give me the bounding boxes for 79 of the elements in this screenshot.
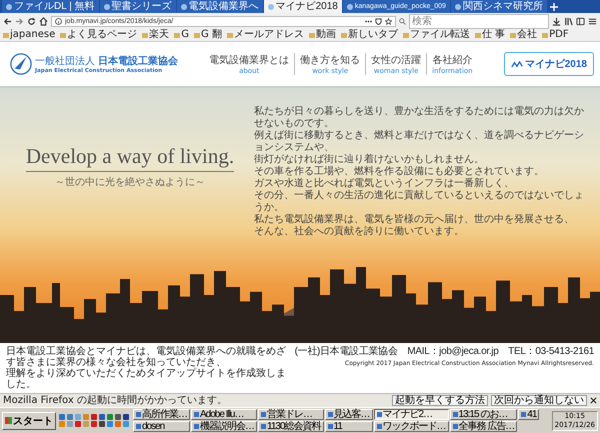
logo-name: 日本電設工業協会	[98, 54, 178, 68]
notification-button[interactable]: 次回から通知しない	[491, 395, 587, 406]
browser-tab[interactable]: マイナビ2018	[264, 0, 342, 13]
hero-headline: Develop a way of living.	[26, 144, 234, 172]
bookmark-item[interactable]: ファイル転送	[402, 30, 470, 40]
browser-tab[interactable]: 聖書シリーズ	[100, 0, 176, 13]
taskbar-window-button[interactable]: 高所作業…	[133, 409, 190, 420]
taskbar-window-button[interactable]: 13:15 のお…	[450, 409, 518, 420]
home-icon[interactable]	[39, 16, 48, 26]
info-icon	[55, 18, 62, 24]
taskbar-window-button[interactable]: 営業ドレ…	[258, 409, 324, 420]
search-field[interactable]: 検索	[409, 14, 549, 28]
folder-icon	[194, 32, 200, 38]
notification-button[interactable]: 起動を早くする方法	[392, 395, 488, 406]
body-text-line: 私たち電気設備業界は、電気を皆様の元へ届け、世の中を発展させる、	[254, 214, 575, 226]
body-text-line: 例えば街に移動するとき、燃料と車だけではなく、道を調べるナビゲーションシステムや、	[254, 130, 585, 154]
taskbar-window-button[interactable]: マイナビ2…	[374, 409, 449, 420]
taskbar-window-button[interactable]: 41	[518, 409, 540, 420]
taskbar-window-button[interactable]: 1130総会資料	[258, 421, 324, 432]
hero-subheadline: ～世の中に光を絶やさぬように～	[55, 176, 205, 189]
shield-icon[interactable]	[375, 18, 382, 24]
bookmark-item[interactable]: 仕 事	[474, 30, 506, 40]
folder-icon	[142, 32, 148, 38]
taskbar-window-button[interactable]: ワックボード…	[374, 421, 449, 432]
bookmark-item[interactable]: 動画	[308, 30, 336, 40]
new-tab-button[interactable]	[548, 0, 560, 13]
browser-tab[interactable]: 電気設備業界へ	[176, 0, 263, 13]
contact-info: (一社)日本電設工業協会 MAIL：job@jeca.or.jp TEL：03-5413-2161	[294, 346, 594, 357]
browser-tab[interactable]: 関西シネマ研究所	[450, 0, 547, 13]
logo-icon[interactable]	[10, 53, 32, 75]
body-text-line: その車を作る工場や、燃料を作る設備にも必要とされています。	[254, 166, 545, 178]
bookmark-item[interactable]: 楽天	[142, 30, 170, 40]
folder-icon	[542, 32, 548, 38]
library-icon[interactable]	[564, 16, 573, 26]
folder-icon	[402, 32, 409, 38]
bookmark-item[interactable]: 会社	[510, 30, 538, 40]
taskbar-window-button[interactable]: 見込客…	[324, 409, 373, 420]
taskbar-window-button[interactable]: Adobe Illu…	[191, 409, 257, 420]
notification-message: Mozilla Firefox の起動に時間がかかっています。	[3, 396, 228, 406]
download-icon[interactable]	[552, 16, 561, 26]
wave-logo-icon	[510, 60, 523, 68]
body-text-line: そんな、社会への貢献を誇りに働いています。	[254, 226, 465, 238]
folder-icon	[226, 32, 233, 38]
search-icon	[399, 18, 406, 24]
reload-icon[interactable]	[27, 16, 36, 26]
body-text-line: その分、一番人々の生活の進化に貢献しているといえるのではないでしょうか。	[254, 190, 585, 214]
folder-icon	[510, 32, 516, 38]
folder-icon	[308, 32, 315, 38]
start-button[interactable]: スタート	[2, 412, 56, 430]
browser-tab[interactable]: ファイルDL | 無料	[2, 0, 99, 13]
body-text-line: 私たちが日々の暮らしを送り、豊かな生活をするためには電気の力は欠かせないものです。	[254, 106, 585, 130]
menu-icon[interactable]	[588, 16, 597, 26]
mynavi-button[interactable]: マイナビ2018	[504, 52, 594, 76]
folder-icon	[3, 32, 9, 38]
bookmark-item[interactable]: G	[174, 30, 189, 40]
bookmark-item[interactable]: メールアドレス	[226, 30, 304, 40]
logo-prefix: 一般社団法人	[35, 54, 95, 68]
footer-notice: 日本電設工業協会とマイナビは、電気設備業界への就職をめざす皆さまに業界の様々な会社を知っていただき、	[6, 346, 287, 368]
taskbar-window-button[interactable]: 11	[324, 421, 373, 432]
taskbar-window-button[interactable]: dosen	[133, 421, 190, 432]
body-text-line: 街灯がなければ街に辿り着けないかもしれません。	[254, 154, 485, 166]
close-icon[interactable]	[590, 397, 597, 404]
bookmark-item[interactable]: PDF	[542, 30, 569, 40]
folder-icon	[474, 32, 481, 38]
sidebar-icon[interactable]	[576, 16, 585, 26]
back-arrow-icon[interactable]	[3, 16, 12, 26]
bookmark-item[interactable]: よく見るページ	[60, 30, 138, 40]
bookmark-item[interactable]: japanese	[3, 30, 56, 40]
more-dots-icon[interactable]	[365, 18, 372, 24]
taskbar-window-button[interactable]: 機器説明会…	[191, 421, 257, 432]
bookmark-item[interactable]: G 翻	[194, 30, 222, 40]
folder-icon	[60, 32, 66, 38]
footer-notice: 理解をより深めていただくためタイアップサイトを作成致しました。	[6, 368, 287, 390]
folder-icon	[174, 32, 180, 38]
folder-icon	[340, 32, 347, 38]
star-icon[interactable]	[385, 18, 392, 24]
taskbar-window-button[interactable]: 全事務 広告…	[450, 421, 518, 432]
body-text-line: ガスや水道と比べれば電気というインフラは一番新しく、	[254, 178, 515, 190]
forward-arrow-icon[interactable]	[15, 16, 24, 26]
